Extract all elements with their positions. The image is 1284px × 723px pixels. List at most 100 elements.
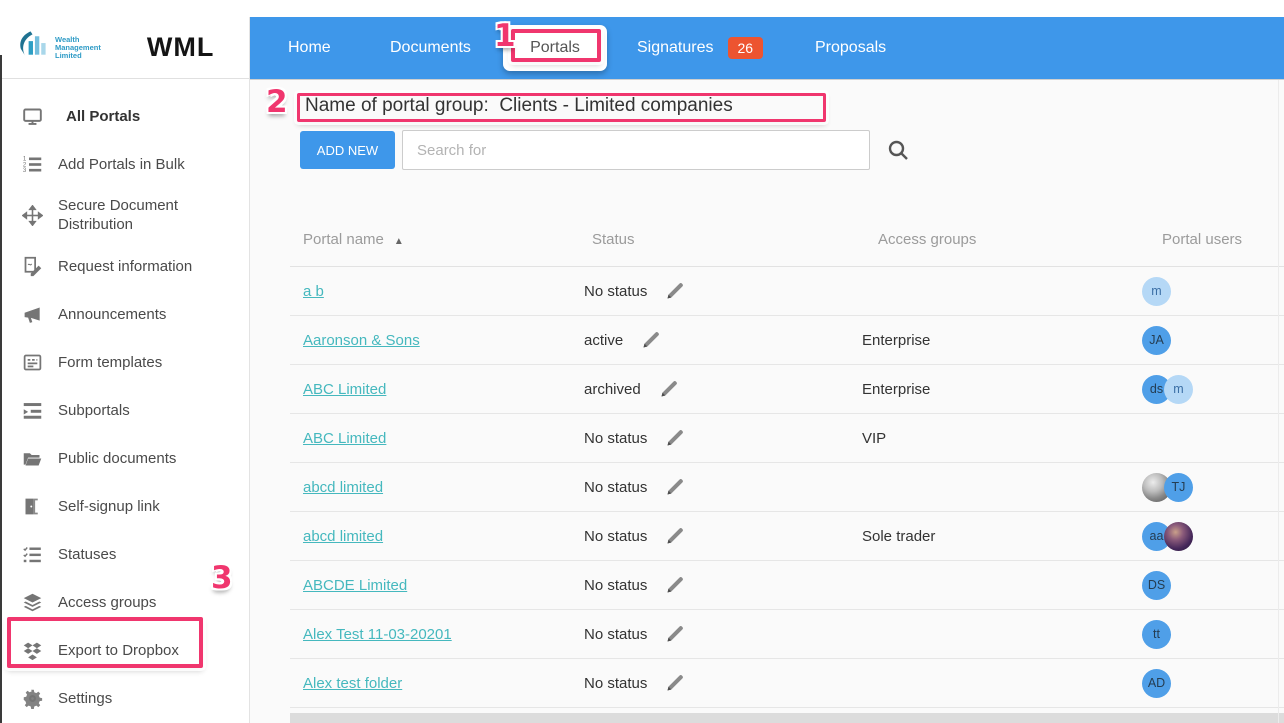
sidebar-item-access-groups[interactable]: Access groups bbox=[0, 578, 249, 626]
column-header-access-groups[interactable]: Access groups bbox=[860, 231, 1140, 248]
sidebar-item-announcements[interactable]: Announcements bbox=[0, 290, 249, 338]
column-header-status[interactable]: Status bbox=[580, 231, 860, 248]
sidebar-item-request-information[interactable]: Request information bbox=[0, 242, 249, 290]
search-input[interactable] bbox=[402, 130, 870, 170]
add-new-button[interactable]: ADD NEW bbox=[300, 131, 395, 169]
sidebar-item-label: Form templates bbox=[58, 353, 162, 372]
edit-status-icon[interactable] bbox=[641, 330, 661, 350]
user-avatar[interactable]: TJ bbox=[1164, 473, 1193, 502]
sidebar-item-label: Access groups bbox=[58, 593, 156, 612]
portal-users-cell: m bbox=[1140, 277, 1284, 306]
layers-icon bbox=[20, 590, 44, 614]
column-header-portal-users[interactable]: Portal users bbox=[1140, 231, 1284, 248]
status-cell: No status bbox=[580, 673, 860, 693]
user-avatar[interactable]: DS bbox=[1142, 571, 1171, 600]
nav-item-label: Proposals bbox=[815, 39, 886, 57]
portal-name-link[interactable]: Alex test folder bbox=[303, 675, 402, 692]
svg-text:3: 3 bbox=[22, 166, 26, 173]
sidebar-item-export-to-dropbox[interactable]: Export to Dropbox bbox=[0, 626, 249, 674]
nav-item-label: Home bbox=[288, 39, 331, 57]
sidebar-item-label: Subportals bbox=[58, 401, 130, 420]
gear-icon bbox=[20, 686, 44, 710]
edit-status-icon[interactable] bbox=[665, 281, 685, 301]
sidebar-item-all-portals[interactable]: All Portals bbox=[0, 92, 249, 140]
status-cell: active bbox=[580, 330, 860, 350]
move-arrows-icon bbox=[20, 203, 44, 227]
user-photo-avatar[interactable] bbox=[1164, 522, 1193, 551]
logo[interactable]: Wealth Management Limited WML bbox=[0, 17, 249, 79]
portal-users-cell: aa bbox=[1140, 522, 1284, 551]
portal-name-link[interactable]: ABCDE Limited bbox=[303, 577, 407, 594]
edit-status-icon[interactable] bbox=[665, 624, 685, 644]
table-row: ABC LimitedarchivedEnterprisedsm bbox=[290, 365, 1284, 414]
sidebar-item-label: Request information bbox=[58, 257, 192, 276]
table-row: Alex Test 11-03-20201No statustt bbox=[290, 610, 1284, 659]
portal-name-cell: Alex Test 11-03-20201 bbox=[290, 626, 580, 643]
user-avatar[interactable]: AD bbox=[1142, 669, 1171, 698]
edit-status-icon[interactable] bbox=[665, 673, 685, 693]
top-navbar: Home Documents Portals Signatures26 Proposal… bbox=[250, 17, 1284, 79]
portal-name-link[interactable]: Alex Test 11-03-20201 bbox=[303, 626, 452, 643]
sidebar-item-add-portals-in-bulk[interactable]: 123Add Portals in Bulk bbox=[0, 140, 249, 188]
portal-name-link[interactable]: abcd limited bbox=[303, 479, 383, 496]
app-initials: WML bbox=[147, 32, 214, 63]
top-strip bbox=[0, 0, 1284, 17]
portal-name-link[interactable]: ABC Limited bbox=[303, 381, 386, 398]
user-avatar[interactable]: JA bbox=[1142, 326, 1171, 355]
sidebar-item-form-templates[interactable]: Form templates bbox=[0, 338, 249, 386]
edit-status-icon[interactable] bbox=[665, 575, 685, 595]
edit-status-icon[interactable] bbox=[665, 428, 685, 448]
status-cell: No status bbox=[580, 526, 860, 546]
user-avatar[interactable]: m bbox=[1142, 277, 1171, 306]
nav-item-proposals[interactable]: Proposals bbox=[815, 17, 886, 79]
portal-name-cell: ABC Limited bbox=[290, 430, 580, 447]
portal-name-cell: a b bbox=[290, 283, 580, 300]
sidebar-item-label: Self-signup link bbox=[58, 497, 160, 516]
sidebar: Wealth Management Limited WML All Portal… bbox=[0, 17, 250, 723]
nav-item-signatures[interactable]: Signatures26 bbox=[637, 17, 763, 79]
sidebar-item-label: Announcements bbox=[58, 305, 166, 324]
nav-item-portals[interactable]: Portals bbox=[503, 25, 607, 71]
sort-ascending-icon: ▲ bbox=[394, 236, 404, 247]
form-icon bbox=[20, 350, 44, 374]
sidebar-item-settings[interactable]: Settings bbox=[0, 674, 249, 722]
nav-item-home[interactable]: Home bbox=[288, 17, 331, 79]
portal-name-link[interactable]: abcd limited bbox=[303, 528, 383, 545]
sidebar-item-self-signup-link[interactable]: Self-signup link bbox=[0, 482, 249, 530]
document-edit-icon bbox=[20, 254, 44, 278]
megaphone-icon bbox=[20, 302, 44, 326]
access-groups-cell: Enterprise bbox=[860, 381, 1140, 398]
edit-status-icon[interactable] bbox=[659, 379, 679, 399]
user-avatar[interactable]: tt bbox=[1142, 620, 1171, 649]
edit-status-icon[interactable] bbox=[665, 526, 685, 546]
user-avatar[interactable]: m bbox=[1164, 375, 1193, 404]
nav-item-documents[interactable]: Documents bbox=[390, 17, 471, 79]
edit-status-icon[interactable] bbox=[665, 477, 685, 497]
table-row: abcd limitedNo statusTJ bbox=[290, 463, 1284, 512]
table-row: Alex test folder No status AD bbox=[290, 659, 1284, 708]
dropbox-icon bbox=[20, 638, 44, 662]
status-text: No status bbox=[584, 528, 647, 545]
portal-name-link[interactable]: Aaronson & Sons bbox=[303, 332, 420, 349]
portal-group-title: Name of portal group: Clients - Limited … bbox=[305, 95, 733, 117]
portal-name-link[interactable]: a b bbox=[303, 283, 324, 300]
status-cell: No status bbox=[580, 575, 860, 595]
sidebar-item-secure-document-distribution[interactable]: Secure Document Distribution bbox=[0, 188, 249, 242]
logo-text: Wealth Management Limited bbox=[55, 36, 101, 60]
table-row: ABCDE Limited No status DS bbox=[290, 561, 1284, 610]
column-header-portal-name[interactable]: Portal name▲ bbox=[290, 231, 580, 248]
table-row: ABC LimitedNo statusVIP bbox=[290, 414, 1284, 463]
status-text: No status bbox=[584, 283, 647, 300]
magnifier-icon[interactable] bbox=[887, 139, 909, 161]
table-row: abcd limitedNo statusSole traderaa bbox=[290, 512, 1284, 561]
sidebar-item-statuses[interactable]: Statuses bbox=[0, 530, 249, 578]
portal-name-link[interactable]: ABC Limited bbox=[303, 430, 386, 447]
sidebar-nav: All Portals123Add Portals in BulkSecure … bbox=[0, 79, 249, 722]
status-text: No status bbox=[584, 430, 647, 447]
sidebar-item-public-documents[interactable]: Public documents bbox=[0, 434, 249, 482]
status-text: No status bbox=[584, 675, 647, 692]
portal-name-cell: abcd limited bbox=[290, 528, 580, 545]
horizontal-scrollbar[interactable] bbox=[290, 713, 1284, 723]
nav-item-label: Documents bbox=[390, 39, 471, 57]
sidebar-item-subportals[interactable]: Subportals bbox=[0, 386, 249, 434]
